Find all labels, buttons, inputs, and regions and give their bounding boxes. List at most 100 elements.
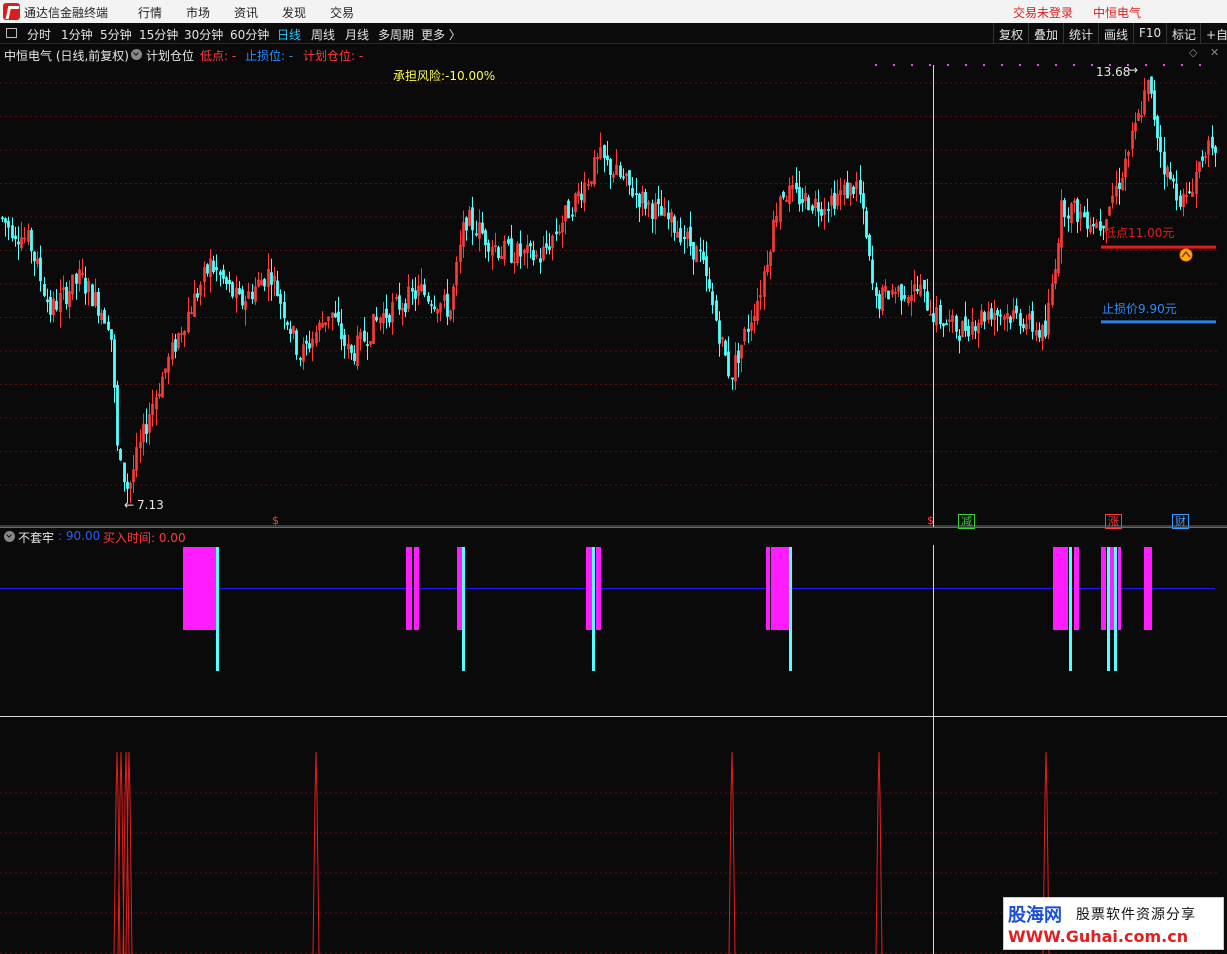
candle-body bbox=[689, 226, 692, 247]
candle-body bbox=[990, 308, 993, 320]
signal-bar bbox=[406, 547, 412, 630]
candle-body bbox=[868, 234, 871, 257]
fuquan-button[interactable]: 复权 bbox=[993, 23, 1028, 44]
diamond-icon[interactable]: ◇ bbox=[1189, 46, 1197, 59]
period-60min[interactable]: 60分钟 bbox=[230, 26, 269, 43]
candle-body bbox=[939, 304, 942, 325]
candle-body bbox=[286, 322, 289, 326]
candle-body bbox=[14, 235, 17, 240]
candle-body bbox=[46, 299, 49, 303]
indicator-dropdown-icon[interactable] bbox=[4, 531, 15, 542]
period-multi[interactable]: 多周期 bbox=[378, 26, 414, 43]
menu-shichang[interactable]: 市场 bbox=[186, 4, 210, 21]
login-status[interactable]: 交易未登录 bbox=[1013, 4, 1073, 21]
menu-hangqing[interactable]: 行情 bbox=[138, 4, 162, 21]
buy-signal-bar bbox=[216, 547, 219, 671]
candle-body bbox=[251, 291, 254, 300]
event-badge-dollar[interactable]: $ bbox=[270, 514, 281, 527]
candle-body bbox=[862, 193, 865, 209]
draw-line-button[interactable]: 画线 bbox=[1098, 23, 1133, 44]
low-arrow-icon: ← bbox=[124, 498, 135, 512]
candle-body bbox=[388, 315, 391, 323]
indicator-dropdown-icon[interactable] bbox=[131, 49, 142, 60]
period-fenshi[interactable]: 分时 bbox=[27, 26, 51, 43]
candle-body bbox=[1172, 178, 1175, 182]
candle-body bbox=[375, 316, 378, 321]
signal-bar bbox=[586, 547, 592, 630]
candle-body bbox=[103, 309, 106, 324]
candle-body bbox=[667, 212, 670, 220]
menu-faxian[interactable]: 发现 bbox=[282, 4, 306, 21]
period-monthly[interactable]: 月线 bbox=[345, 26, 369, 43]
candle-body bbox=[196, 293, 199, 298]
stats-button[interactable]: 统计 bbox=[1063, 23, 1098, 44]
low-point-value: 低点: - bbox=[200, 49, 237, 63]
candle-body bbox=[337, 311, 340, 323]
candle-body bbox=[283, 302, 286, 319]
candle-body bbox=[270, 272, 273, 285]
candle-body bbox=[295, 330, 298, 355]
candle-body bbox=[433, 306, 436, 310]
candle-body bbox=[619, 165, 622, 178]
candle-body bbox=[411, 288, 414, 292]
candle-body bbox=[507, 239, 510, 244]
signal-bar bbox=[1053, 547, 1068, 630]
signal-bar bbox=[414, 547, 419, 630]
candle-body bbox=[955, 315, 958, 332]
period-5min[interactable]: 5分钟 bbox=[100, 26, 132, 43]
candle-body bbox=[30, 229, 33, 252]
close-icon[interactable]: ✕ bbox=[1210, 46, 1219, 59]
panel-toggle-icon[interactable] bbox=[6, 28, 17, 38]
candle-body bbox=[1031, 311, 1034, 332]
menu-zixun[interactable]: 资讯 bbox=[234, 4, 258, 21]
candle-body bbox=[926, 291, 929, 311]
candle-body bbox=[398, 295, 401, 310]
candle-body bbox=[638, 194, 641, 208]
event-badge-dollar[interactable]: $ bbox=[925, 514, 936, 527]
candle-body bbox=[17, 241, 20, 245]
candle-body bbox=[385, 308, 388, 318]
period-1min[interactable]: 1分钟 bbox=[61, 26, 93, 43]
candle-body bbox=[1211, 136, 1214, 149]
candle-body bbox=[996, 310, 999, 316]
candle-body bbox=[510, 238, 513, 263]
candle-body bbox=[923, 279, 926, 289]
mark-button[interactable]: 标记 bbox=[1166, 23, 1201, 44]
candle-body bbox=[737, 350, 740, 364]
candle-body bbox=[865, 210, 868, 238]
stock-name-title: 中恒电气 bbox=[1093, 6, 1142, 20]
candle-body bbox=[929, 314, 932, 316]
candle-body bbox=[999, 314, 1002, 317]
indicator-chart[interactable] bbox=[0, 527, 1227, 717]
candle-body bbox=[1156, 116, 1159, 139]
period-30min[interactable]: 30分钟 bbox=[184, 26, 223, 43]
candle-body bbox=[430, 304, 433, 307]
period-more[interactable]: 更多 〉 bbox=[421, 26, 461, 43]
candle-body bbox=[289, 328, 292, 334]
period-toolbar: 分时 1分钟 5分钟 15分钟 30分钟 60分钟 日线 周线 月线 多周期 更… bbox=[0, 23, 1227, 44]
menu-jiaoyi[interactable]: 交易 bbox=[330, 4, 354, 21]
candle-body bbox=[683, 236, 686, 240]
overlay-button[interactable]: 叠加 bbox=[1028, 23, 1063, 44]
candle-body bbox=[414, 290, 417, 300]
candle-body bbox=[974, 326, 977, 331]
candle-body bbox=[702, 251, 705, 261]
kline-chart[interactable] bbox=[0, 45, 1227, 527]
candle-body bbox=[475, 233, 478, 236]
custom-button[interactable]: +自 bbox=[1200, 23, 1227, 44]
candle-body bbox=[609, 159, 612, 175]
candle-body bbox=[279, 293, 282, 304]
signal-bar bbox=[183, 547, 217, 630]
buy-signal-bar bbox=[462, 547, 465, 671]
candle-body bbox=[801, 199, 804, 203]
candle-body bbox=[427, 295, 430, 302]
signal-bar bbox=[1074, 547, 1079, 630]
candle-body bbox=[1009, 316, 1012, 323]
period-weekly[interactable]: 周线 bbox=[311, 26, 335, 43]
f10-button[interactable]: F10 bbox=[1133, 23, 1166, 44]
low-point-label: 低点11.00元 bbox=[1104, 226, 1175, 240]
buy-signal-bar bbox=[1069, 547, 1072, 671]
period-daily[interactable]: 日线 bbox=[277, 26, 301, 43]
period-15min[interactable]: 15分钟 bbox=[139, 26, 178, 43]
top-marker-dot bbox=[911, 64, 913, 66]
